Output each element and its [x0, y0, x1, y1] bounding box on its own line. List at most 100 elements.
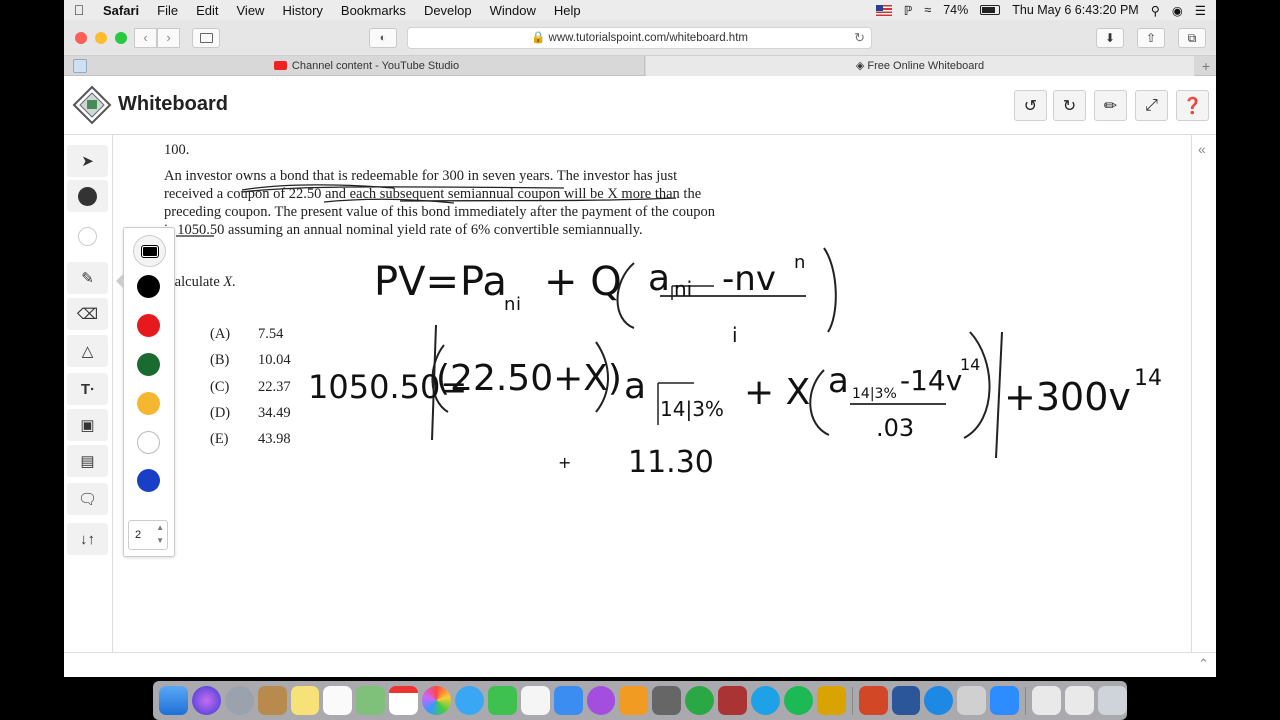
dictionary-icon[interactable] — [718, 686, 748, 715]
menu-develop[interactable]: Develop — [415, 3, 481, 18]
menu-history[interactable]: History — [273, 3, 331, 18]
keynote-icon[interactable] — [553, 686, 583, 715]
ink-plus-x: + X — [744, 372, 810, 413]
activity-icon[interactable] — [685, 686, 715, 715]
tab-youtube-studio[interactable]: Channel content - YouTube Studio — [89, 56, 645, 76]
preview-icon[interactable] — [520, 686, 550, 715]
menu-file[interactable]: File — [148, 3, 187, 18]
maps-icon[interactable] — [356, 686, 386, 715]
skype-icon[interactable] — [751, 686, 780, 715]
bracket-left — [431, 324, 437, 441]
marker-size-button[interactable] — [133, 235, 166, 267]
clock[interactable]: Thu May 6 6:43:20 PM — [1012, 3, 1138, 17]
apple-menu-icon[interactable]:  — [64, 2, 94, 18]
messages-icon[interactable] — [455, 686, 484, 715]
safari-dock-icon[interactable] — [924, 686, 954, 715]
bluetooth-icon[interactable]: ℙ — [904, 3, 913, 18]
tool-sidebar: ➤ ✎ ⌫ △ T∙ ▣ ▤ 🗨 ↓↑ — [64, 135, 113, 677]
photos-icon[interactable] — [422, 686, 452, 715]
clear-board-button[interactable]: ✏ — [1094, 90, 1127, 121]
forward-button[interactable]: › — [157, 28, 180, 48]
downloads-button[interactable]: ⬇ — [1096, 28, 1124, 48]
color-swatch-blue[interactable] — [137, 469, 160, 492]
wifi-icon[interactable]: ≈ — [924, 3, 931, 17]
increment-icon[interactable]: ▲ — [156, 523, 164, 532]
menu-app[interactable]: Safari — [94, 3, 148, 18]
share-button[interactable]: ⇧ — [1137, 28, 1165, 48]
close-window-button[interactable] — [75, 32, 87, 44]
answer-choices: (A) 7.54 (B) 10.04 (C) 22.37 (D) 34.49 (E) 43… — [210, 326, 291, 457]
reminders-icon[interactable] — [323, 686, 353, 715]
zoom-icon[interactable] — [990, 686, 1020, 715]
menu-window[interactable]: Window — [481, 3, 545, 18]
documents-stack-icon[interactable] — [1065, 686, 1094, 715]
battery-icon[interactable] — [980, 5, 1001, 15]
color-swatch-yellow[interactable] — [137, 392, 160, 415]
minimize-window-button[interactable] — [95, 32, 107, 44]
popup-pointer — [116, 273, 124, 289]
powerpoint-icon[interactable] — [858, 686, 888, 715]
decrement-icon[interactable]: ▼ — [156, 536, 164, 545]
new-tab-button[interactable]: + — [1202, 56, 1210, 76]
facetime-icon[interactable] — [487, 686, 517, 715]
spotlight-search-icon[interactable]: ⚲ — [1151, 3, 1160, 18]
color-swatch-green[interactable] — [137, 353, 160, 376]
problem-line-4: is 1050.50 assuming an annual nominal yi… — [164, 222, 643, 238]
select-tool[interactable]: ➤ — [67, 145, 108, 177]
menu-edit[interactable]: Edit — [187, 3, 227, 18]
screenshot-icon[interactable] — [957, 686, 987, 715]
zoom-window-button[interactable] — [115, 32, 127, 44]
fullscreen-button[interactable]: ⤢ — [1135, 90, 1168, 121]
privacy-shield-button[interactable]: ◐ — [369, 28, 397, 48]
shapes-tool[interactable]: △ — [67, 335, 108, 367]
help-button[interactable]: ❓ — [1176, 90, 1209, 121]
chat-tool[interactable]: 🗨 — [67, 483, 108, 515]
menu-view[interactable]: View — [228, 3, 274, 18]
word-icon[interactable] — [891, 686, 921, 715]
tab-whiteboard[interactable]: ◈ Free Online Whiteboard — [646, 56, 1194, 76]
expand-right-panel-icon[interactable]: « — [1198, 141, 1206, 157]
text-tool[interactable]: T∙ — [67, 373, 108, 405]
notes-icon[interactable] — [290, 686, 320, 715]
color-swatch-red[interactable] — [137, 314, 160, 337]
podcasts-icon[interactable] — [586, 686, 616, 715]
notification-center-icon[interactable]: ☰ — [1195, 3, 1206, 18]
menu-help[interactable]: Help — [545, 3, 590, 18]
pen-tool[interactable]: ✎ — [67, 262, 108, 294]
launchpad-icon[interactable] — [224, 686, 254, 715]
trash-icon[interactable] — [1097, 686, 1127, 715]
stroke-color-tool[interactable] — [67, 180, 108, 212]
color-swatch-black[interactable] — [137, 275, 160, 298]
system-preferences-icon[interactable] — [652, 686, 682, 715]
expand-bottom-panel-icon[interactable]: ⌃ — [1198, 656, 1209, 672]
siri-icon[interactable]: ◉ — [1172, 3, 1183, 18]
books-icon[interactable] — [619, 686, 649, 715]
input-source-flag-icon[interactable] — [875, 4, 892, 16]
reload-icon[interactable]: ↻ — [854, 28, 865, 48]
template-tool[interactable]: ▤ — [67, 445, 108, 477]
eraser-tool[interactable]: ⌫ — [67, 298, 108, 330]
finder-icon[interactable] — [159, 686, 188, 715]
tab-overview-button[interactable]: ⧉ — [1178, 28, 1206, 48]
archive-utility-icon[interactable] — [816, 686, 846, 715]
color-swatch-white[interactable] — [137, 431, 160, 454]
address-bar[interactable]: 🔒 www.tutorialspoint.com/whiteboard.htm … — [407, 27, 872, 49]
spotify-icon[interactable] — [783, 686, 813, 715]
calendar-icon[interactable] — [389, 686, 419, 715]
fill-color-tool[interactable] — [67, 220, 108, 252]
undo-button[interactable]: ↺ — [1014, 90, 1047, 121]
stroke-size-stepper[interactable]: 2 ▲ ▼ — [128, 520, 168, 550]
menu-bookmarks[interactable]: Bookmarks — [332, 3, 415, 18]
image-tool[interactable]: ▣ — [67, 409, 108, 441]
ink-a-3: a — [828, 361, 849, 401]
sidebar-toggle-button[interactable] — [192, 28, 220, 48]
sort-tool[interactable]: ↓↑ — [67, 523, 108, 555]
choice-a: (A) 7.54 — [210, 326, 291, 352]
redo-button[interactable]: ↻ — [1053, 90, 1086, 121]
back-button[interactable]: ‹ — [134, 28, 157, 48]
downloads-stack-icon[interactable] — [1032, 686, 1062, 715]
siri-dock-icon[interactable] — [191, 686, 221, 715]
contacts-icon[interactable] — [257, 686, 287, 715]
pinned-tab-icon[interactable] — [73, 59, 87, 73]
problem-prompt: Calculate X. — [165, 274, 236, 291]
